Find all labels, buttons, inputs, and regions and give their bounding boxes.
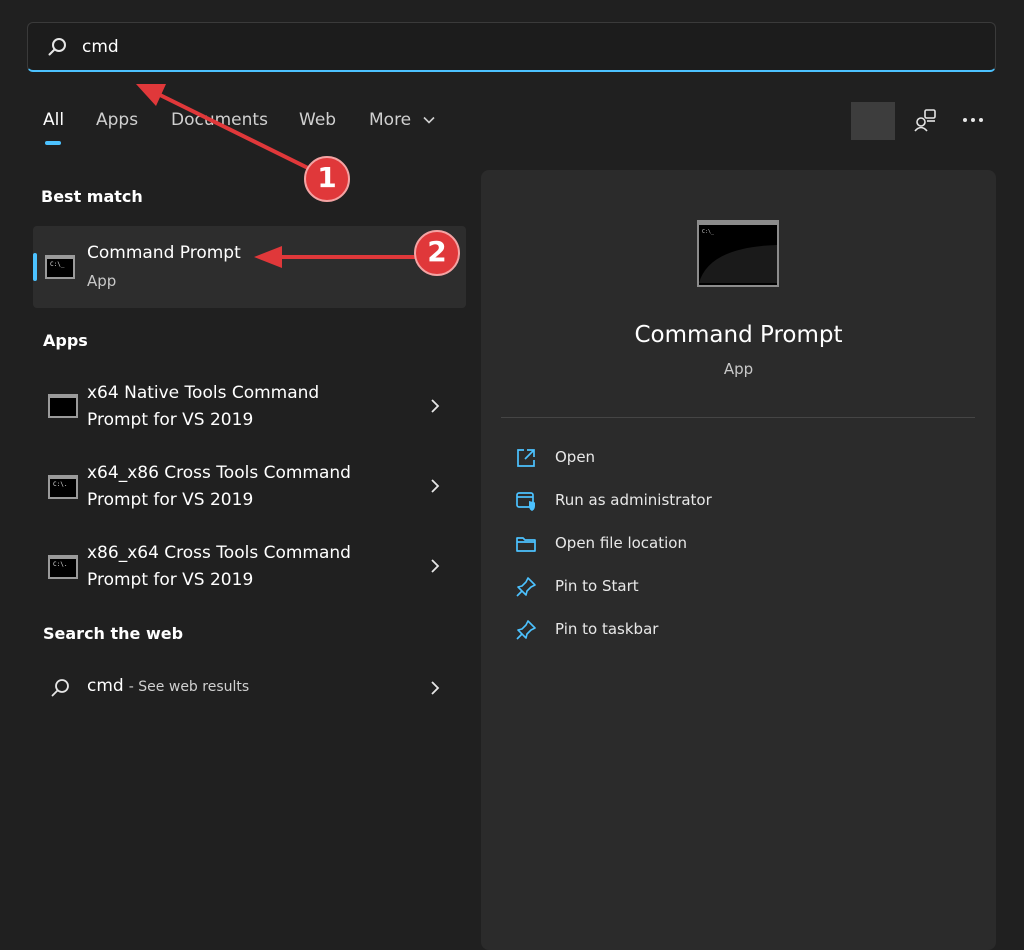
annotation-arrows <box>136 84 416 268</box>
annotation-badge-1: 1 <box>304 156 350 202</box>
annotation-badge-2: 2 <box>414 230 460 276</box>
